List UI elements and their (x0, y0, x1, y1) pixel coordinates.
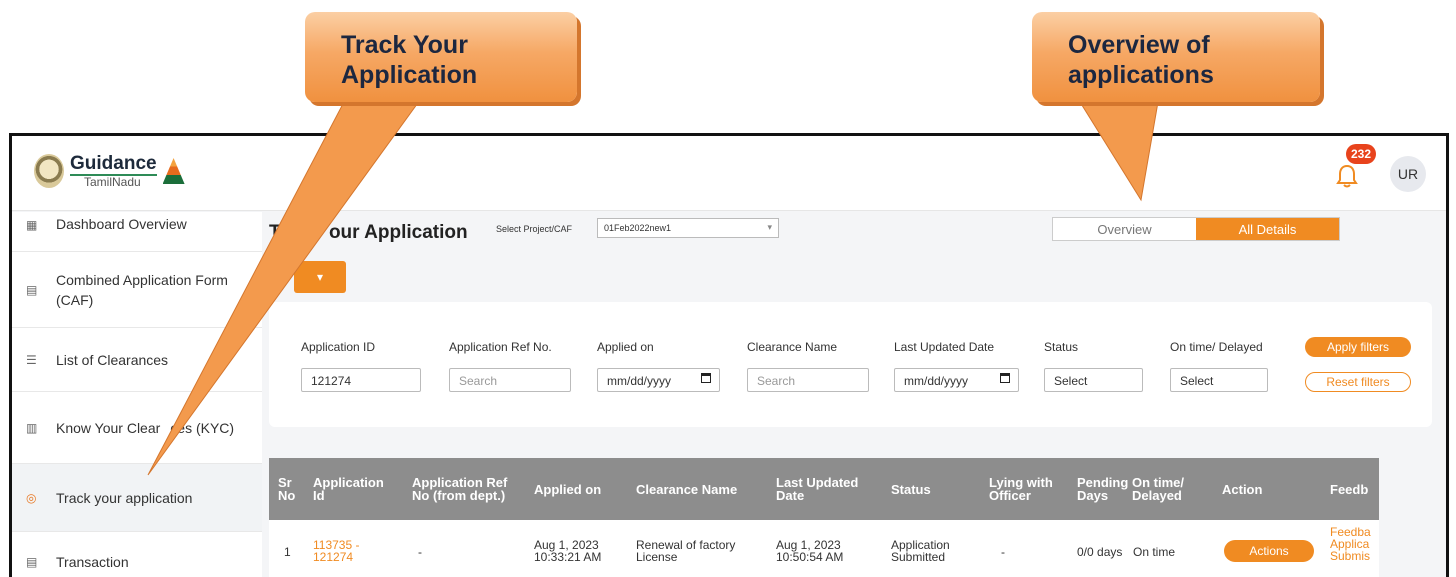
main-content: Tr our Application Select Project/CAF 01F… (269, 212, 1446, 577)
sidebar-item-transaction[interactable]: ▤ Transaction (12, 532, 262, 577)
column-header: Application Id (313, 475, 384, 503)
column-header: Sr No (278, 475, 296, 503)
sidebar-item-dashboard-overview[interactable]: ▦ Dashboard Overview (12, 212, 262, 252)
logo-title: Guidance (70, 153, 157, 174)
sidebar-item-label-line2: (CAF) (56, 291, 94, 308)
actions-button[interactable]: Actions (1224, 540, 1314, 562)
sidebar-item-label: Combined Application Form (56, 271, 228, 288)
dashboard-icon: ▦ (26, 218, 38, 232)
filter-label-clearance-name: Clearance Name (747, 340, 838, 354)
sidebar-item-label: Dashboard Overview (56, 216, 187, 232)
apply-filters-button[interactable]: Apply filters (1305, 337, 1411, 357)
annotated-screenshot: Guidance TamilNadu 232 UR ▦ Dashboard Ov… (0, 0, 1456, 577)
bell-icon[interactable] (1336, 164, 1358, 188)
filter-label-status: Status (1044, 340, 1079, 354)
tab-all-details[interactable]: All Details (1196, 218, 1339, 240)
column-header: Action (1222, 482, 1263, 497)
calendar-icon (1000, 373, 1010, 383)
sidebar-item-label-tail: ces (KYC) (170, 419, 235, 436)
logo-flame-icon (162, 158, 185, 184)
filter-label-ref-no: Application Ref No. (449, 340, 552, 354)
column-header: Clearance Name (636, 482, 738, 497)
filter-label-last-updated: Last Updated Date (894, 340, 995, 354)
user-avatar[interactable]: UR (1390, 156, 1426, 192)
application-id-input[interactable]: 121274 (301, 368, 421, 392)
column-header: Pending Days (1077, 475, 1129, 503)
sidebar: ▦ Dashboard Overview ▤ Combined Applicat… (12, 212, 262, 577)
transaction-icon: ▤ (26, 554, 38, 569)
filter-panel: Application ID Application Ref No. Appli… (269, 302, 1432, 427)
sidebar-item-track-application[interactable]: ◎ Track your application (12, 464, 262, 532)
column-header: Last Updated Date (776, 475, 859, 503)
sidebar-item-kyc[interactable]: ▥ Know Your Clear ces (KYC) (12, 392, 262, 464)
sidebar-item-caf[interactable]: ▤ Combined Application Form (CAF) (12, 252, 262, 328)
book-icon: ▥ (26, 420, 38, 435)
top-bar: Guidance TamilNadu 232 UR (12, 136, 1446, 211)
project-select-label: Select Project/CAF (496, 224, 573, 234)
status-select[interactable]: Select (1044, 368, 1143, 392)
last-updated-date-input[interactable]: mm/dd/yyyy (894, 368, 1019, 392)
clearance-name-input[interactable]: Search (747, 368, 869, 392)
view-toggle: Overview All Details (1052, 217, 1340, 241)
sidebar-item-label: Track your application (56, 489, 193, 506)
location-pin-icon: ◎ (26, 490, 37, 505)
sidebar-item-label: Know Your Clear (56, 419, 161, 436)
ref-no-input[interactable]: Search (449, 368, 571, 392)
document-icon: ▤ (26, 282, 38, 297)
sidebar-item-list-of-clearances[interactable]: ☰ List of Clearances (12, 328, 262, 392)
sidebar-item-label: List of Clearances (56, 351, 169, 368)
table-header: Sr No Application Id Application Ref No (fr… (269, 458, 1379, 520)
column-header: Status (891, 482, 931, 497)
sidebar-item-label: Transaction (56, 553, 129, 570)
calendar-icon (701, 373, 711, 383)
table-row: 1 113735 -121274 - Aug 1, 2023 10:33:21 A… (269, 520, 1379, 577)
column-header: Applied on (534, 482, 602, 497)
filter-label-ontime: On time/ Delayed (1170, 340, 1263, 354)
list-icon: ☰ (26, 352, 37, 367)
track-application-callout: Track Your Application (305, 12, 577, 102)
column-header: On time/Delayed (1132, 475, 1185, 503)
filter-label-application-id: Application ID (301, 340, 376, 354)
page-title: Tr our Application (269, 222, 468, 243)
logo-subtitle: TamilNadu (70, 174, 157, 188)
filter-label-applied-on: Applied on (597, 340, 654, 354)
column-header: Application Ref No (from dept.) (412, 475, 508, 503)
applied-on-date-input[interactable]: mm/dd/yyyy (597, 368, 720, 392)
chevron-down-icon: ▾ (316, 270, 324, 284)
applications-table: Sr No Application Id Application Ref No (fr… (269, 458, 1379, 577)
tab-overview[interactable]: Overview (1053, 218, 1196, 240)
notification-badge: 232 (1345, 144, 1376, 164)
column-header: Feedb (1330, 482, 1369, 497)
column-header: Lying with Officer (989, 475, 1053, 503)
state-emblem-icon (34, 154, 64, 188)
project-select[interactable]: 01Feb2022new1 (597, 218, 779, 238)
overview-callout: Overview of applications (1032, 12, 1320, 102)
guidance-logo[interactable]: Guidance TamilNadu (34, 154, 185, 188)
ontime-select[interactable]: Select (1170, 368, 1268, 392)
dropdown-button[interactable]: ▾ (294, 261, 346, 293)
reset-filters-button[interactable]: Reset filters (1305, 372, 1411, 392)
feedback-link[interactable]: Feedba Applica Submis (1330, 526, 1371, 562)
application-id-link[interactable]: 113735 -121274 (313, 539, 359, 563)
app-window: Guidance TamilNadu 232 UR ▦ Dashboard Ov… (9, 133, 1449, 577)
